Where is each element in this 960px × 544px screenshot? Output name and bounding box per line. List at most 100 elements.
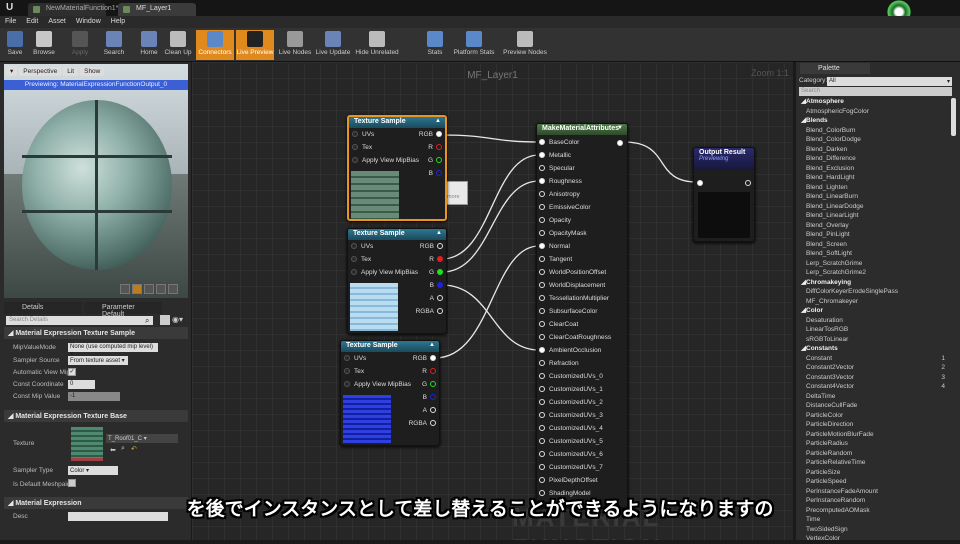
- palette-item[interactable]: ParticleMotionBlurFade: [799, 430, 949, 440]
- pin-dot[interactable]: [539, 230, 545, 237]
- texture-sample-node[interactable]: Texture Sample ▲ UVs Tex Apply View MipBias R…: [340, 340, 440, 446]
- output-pin-rgb[interactable]: RGB: [413, 355, 436, 362]
- search-icon[interactable]: ⌕: [145, 316, 149, 326]
- palette-item[interactable]: Blend_Lighten: [799, 183, 949, 193]
- palette-item[interactable]: Blend_ColorDodge: [799, 135, 949, 145]
- pin-dot[interactable]: [436, 144, 442, 151]
- pin-dot[interactable]: [436, 170, 442, 177]
- use-selected-arrow-icon[interactable]: ⬅: [110, 446, 116, 454]
- palette-item[interactable]: Blend_HardLight: [799, 173, 949, 183]
- output-pin-g[interactable]: G: [422, 381, 436, 388]
- palette-item[interactable]: Lerp_ScratchGrime: [799, 259, 949, 269]
- live-update-button[interactable]: Live Update: [315, 30, 351, 60]
- preview-nodes-button[interactable]: Preview Nodes: [503, 30, 547, 60]
- texture-sample-node[interactable]: Texture Sample ▲ UVs Tex Apply View MipBias R…: [347, 115, 447, 221]
- menu-help[interactable]: Help: [106, 16, 130, 27]
- pin-dot[interactable]: [351, 243, 357, 250]
- output-pin-r[interactable]: R: [429, 256, 443, 263]
- palette-item[interactable]: Desaturation: [799, 316, 949, 326]
- pin-dot[interactable]: [352, 144, 358, 151]
- palette-item[interactable]: ParticleRelativeTime: [799, 458, 949, 468]
- pin-dot[interactable]: [430, 381, 436, 388]
- pin-dot[interactable]: [539, 256, 545, 263]
- stats-button[interactable]: Stats: [425, 30, 445, 60]
- input-pin-ambientocclusion[interactable]: AmbientOcclusion: [539, 347, 601, 354]
- output-pin-r[interactable]: R: [422, 368, 436, 375]
- palette-item[interactable]: Blend_LinearLight: [799, 211, 949, 221]
- sampler-source-select[interactable]: From texture asset ▾: [68, 356, 128, 365]
- category-select[interactable]: All ▾: [827, 77, 952, 86]
- collapse-arrow-icon[interactable]: ▲: [436, 230, 442, 236]
- menu-file[interactable]: File: [0, 16, 21, 27]
- dropdown-arrow-icon[interactable]: ▼: [617, 125, 623, 131]
- menu-asset[interactable]: Asset: [43, 16, 71, 27]
- palette-item[interactable]: DeltaTime: [799, 392, 949, 402]
- input-pin[interactable]: Apply View MipBias: [351, 269, 418, 276]
- palette-category[interactable]: ◢Chromakeying: [799, 278, 949, 288]
- const-mip-value-input[interactable]: -1: [68, 392, 120, 401]
- input-pin-clearcoatroughness[interactable]: ClearCoatRoughness: [539, 334, 611, 341]
- palette-item[interactable]: Constant 1: [799, 354, 949, 364]
- pin-dot[interactable]: [539, 451, 545, 458]
- menu-window[interactable]: Window: [71, 16, 106, 27]
- pin-dot[interactable]: [539, 386, 545, 393]
- pin-dot[interactable]: [539, 347, 545, 354]
- platform-stats-button[interactable]: Platform Stats: [453, 30, 495, 60]
- input-pin[interactable]: Tex: [352, 144, 372, 151]
- collapse-arrow-icon[interactable]: ▲: [435, 118, 441, 124]
- perspective-button[interactable]: Perspective: [19, 67, 62, 76]
- pin-dot[interactable]: [539, 438, 545, 445]
- palette-category[interactable]: ◢Blends: [799, 116, 949, 126]
- search-button[interactable]: Search: [100, 30, 128, 60]
- palette-item[interactable]: MF_Chromakeyer: [799, 297, 949, 307]
- input-pin-subsurfacecolor[interactable]: SubsurfaceColor: [539, 308, 597, 315]
- node-header[interactable]: Texture Sample ▲: [341, 341, 439, 352]
- output-pin[interactable]: [617, 140, 623, 146]
- collapse-arrow-icon[interactable]: ▲: [429, 342, 435, 348]
- reset-icon[interactable]: ↶: [131, 445, 137, 453]
- pin-dot[interactable]: [539, 399, 545, 406]
- tab-parameter-defaults[interactable]: Parameter Default: [84, 302, 162, 318]
- pin-dot[interactable]: [351, 256, 357, 263]
- tab-new-material-function[interactable]: NewMaterialFunction1*: [28, 3, 118, 16]
- pin-dot[interactable]: [539, 321, 545, 328]
- pin-dot[interactable]: [539, 217, 545, 224]
- pin-dot[interactable]: [539, 464, 545, 471]
- texture-thumbnail[interactable]: [71, 427, 103, 461]
- input-pin-emissivecolor[interactable]: EmissiveColor: [539, 204, 591, 211]
- eye-icon[interactable]: ◉▾: [172, 315, 183, 324]
- show-button[interactable]: Show: [80, 67, 105, 76]
- input-pin-normal[interactable]: Normal: [539, 243, 570, 250]
- pin-dot[interactable]: [539, 477, 545, 484]
- clean-up-button[interactable]: Clean Up: [163, 30, 193, 60]
- input-pin-opacity[interactable]: Opacity: [539, 217, 571, 224]
- section-texture-sample[interactable]: ◢ Material Expression Texture Sample: [4, 327, 188, 339]
- viewport-menu-button[interactable]: ▾: [6, 66, 18, 76]
- output-pin-rgba[interactable]: RGBA: [409, 420, 436, 427]
- input-pin[interactable]: Apply View MipBias: [344, 381, 411, 388]
- output-pin-a[interactable]: A: [423, 407, 436, 414]
- pin-dot[interactable]: [539, 412, 545, 419]
- input-pin-tangent[interactable]: Tangent: [539, 256, 572, 263]
- pin-dot[interactable]: [437, 308, 443, 315]
- browse-search-icon[interactable]: ⌕: [121, 445, 125, 453]
- pin-dot[interactable]: [539, 152, 545, 159]
- palette-item[interactable]: Blend_ColorBurn: [799, 126, 949, 136]
- pin-dot[interactable]: [539, 243, 545, 250]
- palette-item[interactable]: ParticleSpeed: [799, 477, 949, 487]
- palette-item[interactable]: Blend_SoftLight: [799, 249, 949, 259]
- input-pin-customizeduvs_4[interactable]: CustomizedUVs_4: [539, 425, 603, 432]
- palette-item[interactable]: Blend_LinearBurn: [799, 192, 949, 202]
- is-default-meshpaint-checkbox[interactable]: [68, 479, 76, 487]
- palette-item[interactable]: Constant2Vector 2: [799, 363, 949, 373]
- pin-dot[interactable]: [539, 269, 545, 276]
- pin-dot[interactable]: [436, 157, 442, 164]
- input-pin[interactable]: UVs: [352, 131, 374, 138]
- input-pin-basecolor[interactable]: BaseColor: [539, 139, 579, 146]
- input-pin[interactable]: Tex: [351, 256, 371, 263]
- input-pin-customizeduvs_5[interactable]: CustomizedUVs_5: [539, 438, 603, 445]
- palette-search-input[interactable]: Search: [799, 87, 952, 96]
- palette-item[interactable]: Blend_PinLight: [799, 230, 949, 240]
- connectors-button[interactable]: Connectors: [196, 30, 234, 60]
- palette-item[interactable]: ParticleDirection: [799, 420, 949, 430]
